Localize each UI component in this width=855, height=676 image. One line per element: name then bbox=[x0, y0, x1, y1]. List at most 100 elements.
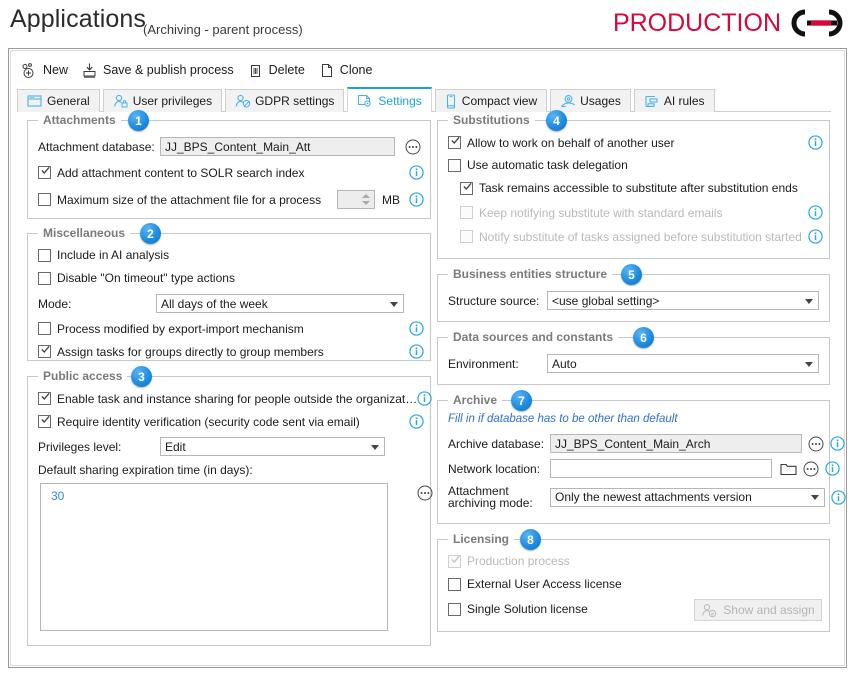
group-public-access: Public access 3 Enable task and instance… bbox=[27, 366, 433, 646]
production-process-checkbox: Production process bbox=[448, 554, 570, 568]
tab-user-privileges[interactable]: User privileges bbox=[102, 89, 223, 112]
identity-verification-info-icon[interactable] bbox=[409, 414, 424, 429]
mode-value: All days of the week bbox=[161, 296, 268, 311]
tab-ai-rules[interactable]: AI rules bbox=[633, 89, 715, 112]
notify-before-start-info-icon[interactable] bbox=[808, 229, 823, 244]
task-remains-accessible-checkbox[interactable]: Task remains accessible to substitute af… bbox=[460, 181, 798, 195]
network-location-ellipsis-button[interactable] bbox=[803, 461, 819, 477]
group-data-sources: Data sources and constants 6 Environment… bbox=[437, 327, 830, 385]
structure-source-value: <use global setting> bbox=[552, 293, 660, 308]
assign-groups-checkbox[interactable]: Assign tasks for groups directly to grou… bbox=[38, 345, 324, 359]
identity-verification-checkbox[interactable]: Require identity verification (security … bbox=[38, 415, 360, 429]
export-import-checkbox[interactable]: Process modified by export-import mechan… bbox=[38, 322, 304, 336]
external-user-access-box bbox=[448, 577, 461, 591]
group-attachments-badge: 1 bbox=[128, 110, 149, 131]
settings-content: Attachments 1 Attachment database: JJ_BP… bbox=[17, 110, 846, 657]
chevron-down-icon bbox=[805, 298, 813, 304]
work-on-behalf-box bbox=[448, 136, 461, 149]
toolbar-clone-button[interactable]: Clone bbox=[314, 60, 382, 81]
assign-groups-info-icon[interactable] bbox=[409, 344, 424, 359]
archive-database-ellipsis-button[interactable] bbox=[808, 436, 824, 452]
attachment-archiving-mode-label: Attachment archiving mode: bbox=[448, 484, 533, 510]
toolbar-new-button[interactable]: New bbox=[17, 60, 77, 81]
tab-settings[interactable]: Settings bbox=[347, 87, 432, 112]
toolbar-clone-label: Clone bbox=[339, 63, 373, 77]
brand-logo: PRODUCTION bbox=[613, 8, 847, 38]
tab-compact-view[interactable]: Compact view bbox=[434, 89, 548, 112]
max-size-info-icon[interactable] bbox=[409, 192, 424, 207]
ai-analysis-label: Include in AI analysis bbox=[57, 248, 170, 262]
keep-notifying-box bbox=[460, 206, 473, 219]
environment-value: Auto bbox=[552, 356, 577, 371]
environment-select[interactable]: Auto bbox=[547, 354, 819, 373]
disable-timeout-checkbox[interactable]: Disable "On timeout" type actions bbox=[38, 271, 235, 285]
attachment-database-input[interactable]: JJ_BPS_Content_Main_Att bbox=[160, 137, 395, 156]
group-public-access-badge: 3 bbox=[131, 366, 152, 387]
export-import-label: Process modified by export-import mechan… bbox=[57, 321, 304, 336]
mode-select[interactable]: All days of the week bbox=[156, 294, 404, 313]
network-location-input[interactable] bbox=[550, 459, 772, 478]
work-on-behalf-checkbox[interactable]: Allow to work on behalf of another user bbox=[448, 136, 674, 150]
export-import-info-icon[interactable] bbox=[409, 321, 424, 336]
tab-ai-rules-label: AI rules bbox=[663, 94, 705, 108]
task-remains-accessible-label: Task remains accessible to substitute af… bbox=[479, 181, 798, 195]
toolbar-save-publish-label: Save & publish process bbox=[103, 63, 234, 77]
tab-usages[interactable]: Usages bbox=[550, 89, 631, 112]
enable-sharing-label: Enable task and instance sharing for peo… bbox=[57, 391, 418, 406]
keep-notifying-info-icon[interactable] bbox=[808, 205, 823, 220]
toolbar-delete-button[interactable]: Delete bbox=[243, 60, 314, 81]
external-user-access-checkbox[interactable]: External User Access license bbox=[448, 577, 622, 591]
solr-index-checkbox[interactable]: Add attachment content to SOLR search in… bbox=[38, 166, 304, 180]
toolbar-save-publish-button[interactable]: Save & publish process bbox=[77, 60, 243, 81]
archive-database-info-icon[interactable] bbox=[830, 436, 845, 451]
solr-index-box bbox=[38, 166, 51, 179]
disable-timeout-box bbox=[38, 271, 51, 285]
max-size-stepper[interactable] bbox=[337, 190, 375, 209]
solr-index-info-icon[interactable] bbox=[409, 165, 424, 180]
task-remains-accessible-box bbox=[460, 181, 473, 195]
max-size-checkbox[interactable]: Maximum size of the attachment file for … bbox=[38, 193, 321, 207]
auto-delegation-checkbox[interactable]: Use automatic task delegation bbox=[448, 158, 628, 172]
tab-general-label: General bbox=[47, 94, 90, 108]
max-size-stepper-up[interactable] bbox=[362, 194, 370, 198]
notify-before-start-box bbox=[460, 230, 473, 243]
structure-source-label: Structure source: bbox=[448, 293, 540, 308]
chevron-down-icon bbox=[390, 301, 398, 307]
group-data-sources-badge: 6 bbox=[633, 327, 654, 348]
network-location-info-icon[interactable] bbox=[825, 461, 840, 476]
group-archive-title: Archive bbox=[448, 393, 503, 407]
single-solution-checkbox[interactable]: Single Solution license bbox=[448, 602, 588, 616]
tab-user-privileges-label: User privileges bbox=[132, 94, 213, 108]
expiration-time-textarea[interactable]: 30 bbox=[40, 483, 388, 631]
max-size-unit: MB bbox=[382, 192, 400, 207]
ai-rules-icon bbox=[645, 95, 658, 107]
enable-sharing-checkbox[interactable]: Enable task and instance sharing for peo… bbox=[38, 392, 417, 406]
tab-compact-view-label: Compact view bbox=[461, 94, 538, 108]
work-on-behalf-info-icon[interactable] bbox=[808, 135, 823, 150]
attachment-archiving-mode-select[interactable]: Only the newest attachments version bbox=[550, 487, 825, 507]
attachment-archiving-mode-info-icon[interactable] bbox=[831, 489, 846, 505]
archive-database-input[interactable]: JJ_BPS_Content_Main_Arch bbox=[550, 434, 802, 453]
structure-source-select[interactable]: <use global setting> bbox=[547, 291, 819, 310]
usages-icon bbox=[561, 94, 576, 107]
attachment-database-ellipsis-button[interactable] bbox=[405, 139, 421, 155]
group-miscellaneous: Miscellaneous 2 Include in AI analysis D… bbox=[27, 223, 431, 361]
archive-hint: Fill in if database has to be other than… bbox=[448, 413, 678, 425]
privileges-level-select[interactable]: Edit bbox=[160, 437, 385, 456]
user-shield-icon bbox=[235, 94, 251, 108]
notify-before-start-label: Notify substitute of tasks assigned befo… bbox=[479, 229, 802, 244]
group-licensing: Licensing 8 Production process External … bbox=[437, 529, 830, 632]
enable-sharing-info-icon[interactable] bbox=[417, 391, 432, 406]
save-publish-icon bbox=[83, 63, 96, 78]
mode-label: Mode: bbox=[38, 296, 72, 311]
group-attachments: Attachments 1 Attachment database: JJ_BP… bbox=[27, 110, 431, 219]
expiration-time-ellipsis-button[interactable] bbox=[417, 485, 433, 501]
tab-gdpr-settings[interactable]: GDPR settings bbox=[225, 89, 345, 112]
keep-notifying-checkbox: Keep notifying substitute with standard … bbox=[460, 206, 722, 220]
tab-general[interactable]: General bbox=[17, 89, 100, 112]
ai-analysis-checkbox[interactable]: Include in AI analysis bbox=[38, 248, 169, 262]
group-miscellaneous-badge: 2 bbox=[140, 223, 161, 244]
max-size-stepper-down[interactable] bbox=[362, 201, 370, 205]
privileges-level-value: Edit bbox=[165, 439, 186, 454]
browse-folder-icon[interactable] bbox=[780, 462, 797, 476]
